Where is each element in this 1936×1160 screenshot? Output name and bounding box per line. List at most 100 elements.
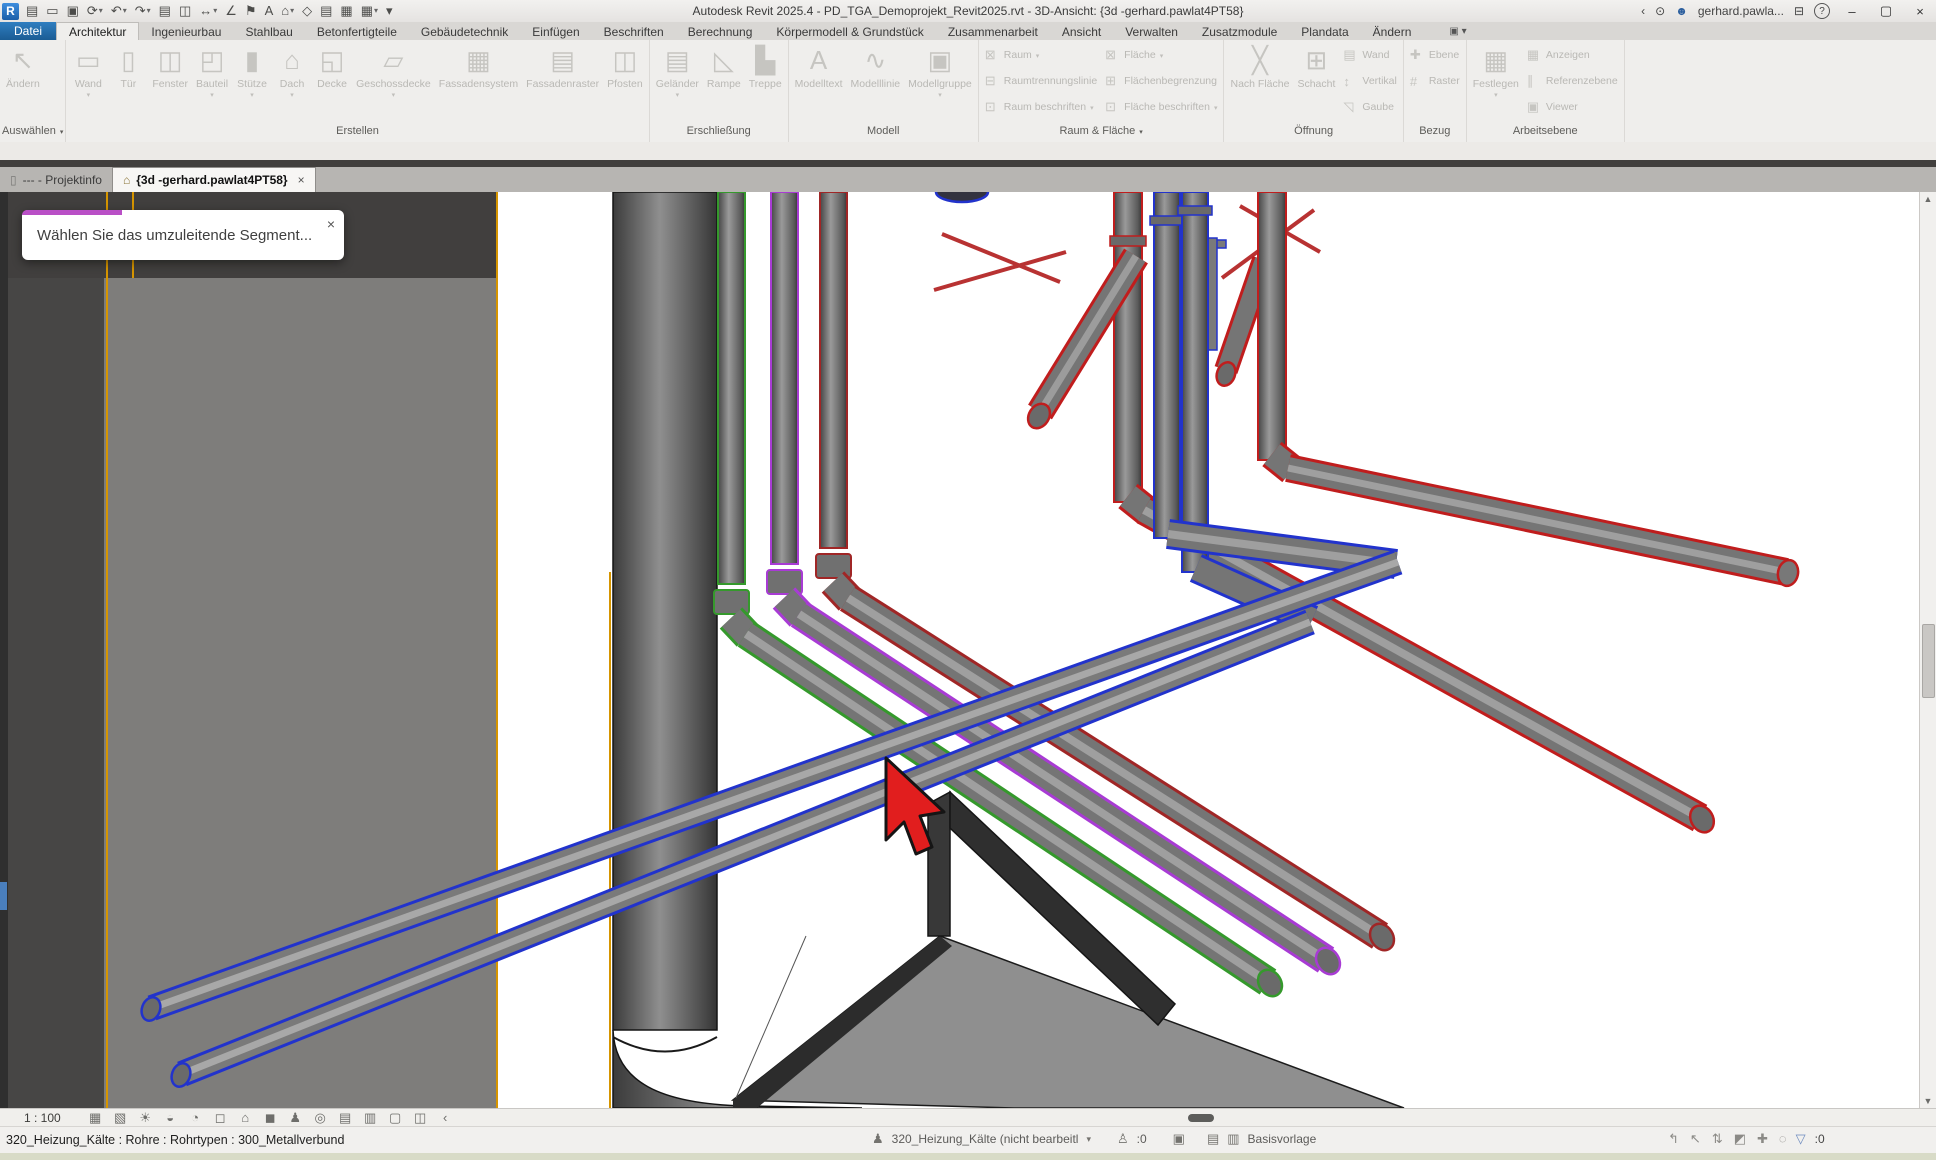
scroll-down-icon[interactable]: ▼ [1920, 1096, 1936, 1106]
ribbon-button-flächenbegrenzung[interactable]: ⊞Flächenbegrenzung [1101, 68, 1221, 94]
ribbon-button-geländer[interactable]: ▤Geländer▾ [652, 42, 703, 122]
sync-icon[interactable]: ⟳▾ [84, 2, 106, 20]
view-range-icon[interactable]: ▢ [383, 1110, 408, 1126]
revit-logo[interactable]: R [2, 3, 19, 20]
locked-3d-icon[interactable]: ◼ [258, 1110, 283, 1126]
panel-label-raum-fläche[interactable]: Raum & Fläche▾ [981, 122, 1222, 140]
select-underlay-icon[interactable]: ⇅ [1712, 1131, 1723, 1147]
horizontal-scroll-thumb[interactable] [1188, 1114, 1214, 1122]
customize-qat-icon[interactable]: ▾ [383, 2, 396, 20]
ribbon-button-decke[interactable]: ◱Decke [312, 42, 352, 122]
deselect-icon[interactable]: ↰ [1668, 1131, 1679, 1147]
ribbon-button-wand[interactable]: ▤Wand [1339, 42, 1400, 68]
ribbon-button-bauteil[interactable]: ◰Bauteil▾ [192, 42, 232, 122]
ribbon-button-dach[interactable]: ⌂Dach▾ [272, 42, 312, 122]
dropdown-caret-icon[interactable]: ▾ [147, 2, 151, 20]
ribbon-button-fenster[interactable]: ◫Fenster [148, 42, 192, 122]
ribbon-button-ebene[interactable]: ✚Ebene [1406, 42, 1464, 68]
dropdown-caret-icon[interactable]: ▾ [374, 2, 378, 20]
ribbon-tab-gebäudetechnik[interactable]: Gebäudetechnik [409, 22, 520, 40]
workset-caret-icon[interactable]: ▾ [1086, 1134, 1091, 1145]
collapse-icon[interactable]: ‹ [433, 1110, 458, 1126]
ribbon-button-ändern[interactable]: ↖Ändern [2, 42, 44, 122]
ribbon-button-rampe[interactable]: ◺Rampe [703, 42, 745, 122]
view-tab-3d-active[interactable]: ⌂ {3d -gerhard.pawlat4PT58} × [112, 167, 316, 192]
ribbon-tab-architektur[interactable]: Architektur [56, 22, 139, 40]
ribbon-tab-körpermodell-grundstück[interactable]: Körpermodell & Grundstück [764, 22, 935, 40]
ribbon-tab-verwalten[interactable]: Verwalten [1113, 22, 1190, 40]
ribbon-button-modellgruppe[interactable]: ▣Modellgruppe▾ [904, 42, 976, 122]
view-scale[interactable]: 1 : 100 [24, 1111, 61, 1125]
ribbon-button-modelltext[interactable]: AModelltext [791, 42, 847, 122]
toast-close-icon[interactable]: × [327, 216, 335, 232]
ribbon-tab-betonfertigteile[interactable]: Betonfertigteile [305, 22, 409, 40]
model-3d-view[interactable] [0, 192, 1936, 1108]
ribbon-tab-zusatzmodule[interactable]: Zusatzmodule [1190, 22, 1289, 40]
main-model-icon[interactable]: ▤ [1207, 1131, 1219, 1147]
ribbon-tab-zusammenarbeit[interactable]: Zusammenarbeit [936, 22, 1050, 40]
dropdown-caret-icon[interactable]: ▾ [290, 2, 294, 20]
ribbon-button-wand[interactable]: ▭Wand▾ [68, 42, 108, 122]
save-icon[interactable]: ▣ [64, 2, 82, 20]
panel-label-auswählen[interactable]: Auswählen▾ [2, 122, 63, 140]
print-icon[interactable]: ▤ [156, 2, 174, 20]
ribbon-tab-stahlbau[interactable]: Stahlbau [233, 22, 304, 40]
ribbon-button-fläche[interactable]: ⊠Fläche▾ [1101, 42, 1221, 68]
ribbon-button-festlegen[interactable]: ▦Festlegen▾ [1469, 42, 1523, 122]
ribbon-tab-beschriften[interactable]: Beschriften [592, 22, 676, 40]
filter-icon[interactable]: ▽ [1796, 1131, 1806, 1147]
ribbon-tab-ansicht[interactable]: Ansicht [1050, 22, 1113, 40]
ribbon-button-raum-beschriften[interactable]: ⊡Raum beschriften▾ [981, 94, 1101, 120]
scroll-up-icon[interactable]: ▲ [1920, 194, 1936, 204]
signed-in-user[interactable]: gerhard.pawla... [1698, 4, 1784, 18]
switch-windows-icon[interactable]: ▦▾ [358, 2, 381, 20]
ribbon-tab-einfügen[interactable]: Einfügen [520, 22, 591, 40]
undo-icon[interactable]: ↶▾ [108, 2, 130, 20]
restore-button[interactable]: ▢ [1874, 3, 1898, 19]
show-crop-icon[interactable]: ⌂ [233, 1110, 258, 1126]
close-inactive-windows-icon[interactable]: ▦ [337, 2, 355, 20]
ribbon-button-stütze[interactable]: ▮Stütze▾ [232, 42, 272, 122]
open-icon[interactable]: ▭ [43, 2, 61, 20]
hide-icon[interactable]: ◎ [308, 1110, 333, 1126]
back-icon[interactable]: ‹ [1641, 4, 1645, 18]
sketchy-lines-icon[interactable]: ◔ [183, 1110, 208, 1126]
ribbon-tab-ingenieurbau[interactable]: Ingenieurbau [139, 22, 233, 40]
ribbon-tab-berechnung[interactable]: Berechnung [676, 22, 765, 40]
section-icon[interactable]: ◇ [299, 2, 315, 20]
ribbon-button-viewer[interactable]: ▣Viewer [1523, 94, 1622, 120]
select-links-icon[interactable]: ↖ [1690, 1131, 1701, 1147]
ribbon-button-raumtrennungslinie[interactable]: ⊟Raumtrennungslinie [981, 68, 1101, 94]
ribbon-display-toggle-icon[interactable]: ▣ ▾ [1449, 22, 1466, 40]
ribbon-tab-ändern[interactable]: Ändern [1361, 22, 1424, 40]
file-properties-icon[interactable]: ▤ [23, 2, 41, 20]
ribbon-button-gaube[interactable]: ◹Gaube [1339, 94, 1400, 120]
minimize-button[interactable]: – [1840, 4, 1864, 19]
select-pinned-icon[interactable]: ◩ [1734, 1131, 1746, 1147]
ribbon-button-fassadensystem[interactable]: ▦Fassadensystem [435, 42, 522, 122]
ribbon-button-tür[interactable]: ▯Tür [108, 42, 148, 122]
ribbon-button-raster[interactable]: #Raster [1406, 68, 1464, 94]
measure-icon[interactable]: ∠ [222, 2, 240, 20]
ribbon-tab-plandata[interactable]: Plandata [1289, 22, 1360, 40]
pipe-end-top[interactable] [936, 192, 988, 202]
dropdown-caret-icon[interactable]: ▾ [123, 2, 127, 20]
sheet-icon[interactable]: ◫ [176, 2, 194, 20]
tag-icon[interactable]: ⚑ [242, 2, 260, 20]
redo-icon[interactable]: ↷▾ [132, 2, 154, 20]
default-3d-view-icon[interactable]: ⌂▾ [278, 2, 297, 20]
view-tab-projektinfo[interactable]: ▯ --- - Projektinfo [0, 167, 112, 192]
active-design-option[interactable]: Basisvorlage [1248, 1132, 1317, 1146]
active-option-icon[interactable]: ▥ [1227, 1131, 1239, 1147]
isolate-icon[interactable]: ♟ [283, 1110, 308, 1126]
design-options-icon[interactable]: ▣ [1173, 1131, 1185, 1147]
ribbon-button-nach-fläche[interactable]: ╳Nach Fläche [1226, 42, 1293, 122]
dropdown-caret-icon[interactable]: ▾ [99, 2, 103, 20]
ribbon-button-raum[interactable]: ⊠Raum▾ [981, 42, 1101, 68]
close-view-tab-icon[interactable]: × [298, 173, 305, 187]
drawing-area[interactable]: Wählen Sie das umzuleitende Segment... × [0, 192, 1936, 1108]
text-icon[interactable]: A [262, 2, 277, 20]
visual-style-icon[interactable]: ▧ [108, 1110, 133, 1126]
dropdown-caret-icon[interactable]: ▾ [213, 2, 217, 20]
ribbon-button-vertikal[interactable]: ↕Vertikal [1339, 68, 1400, 94]
